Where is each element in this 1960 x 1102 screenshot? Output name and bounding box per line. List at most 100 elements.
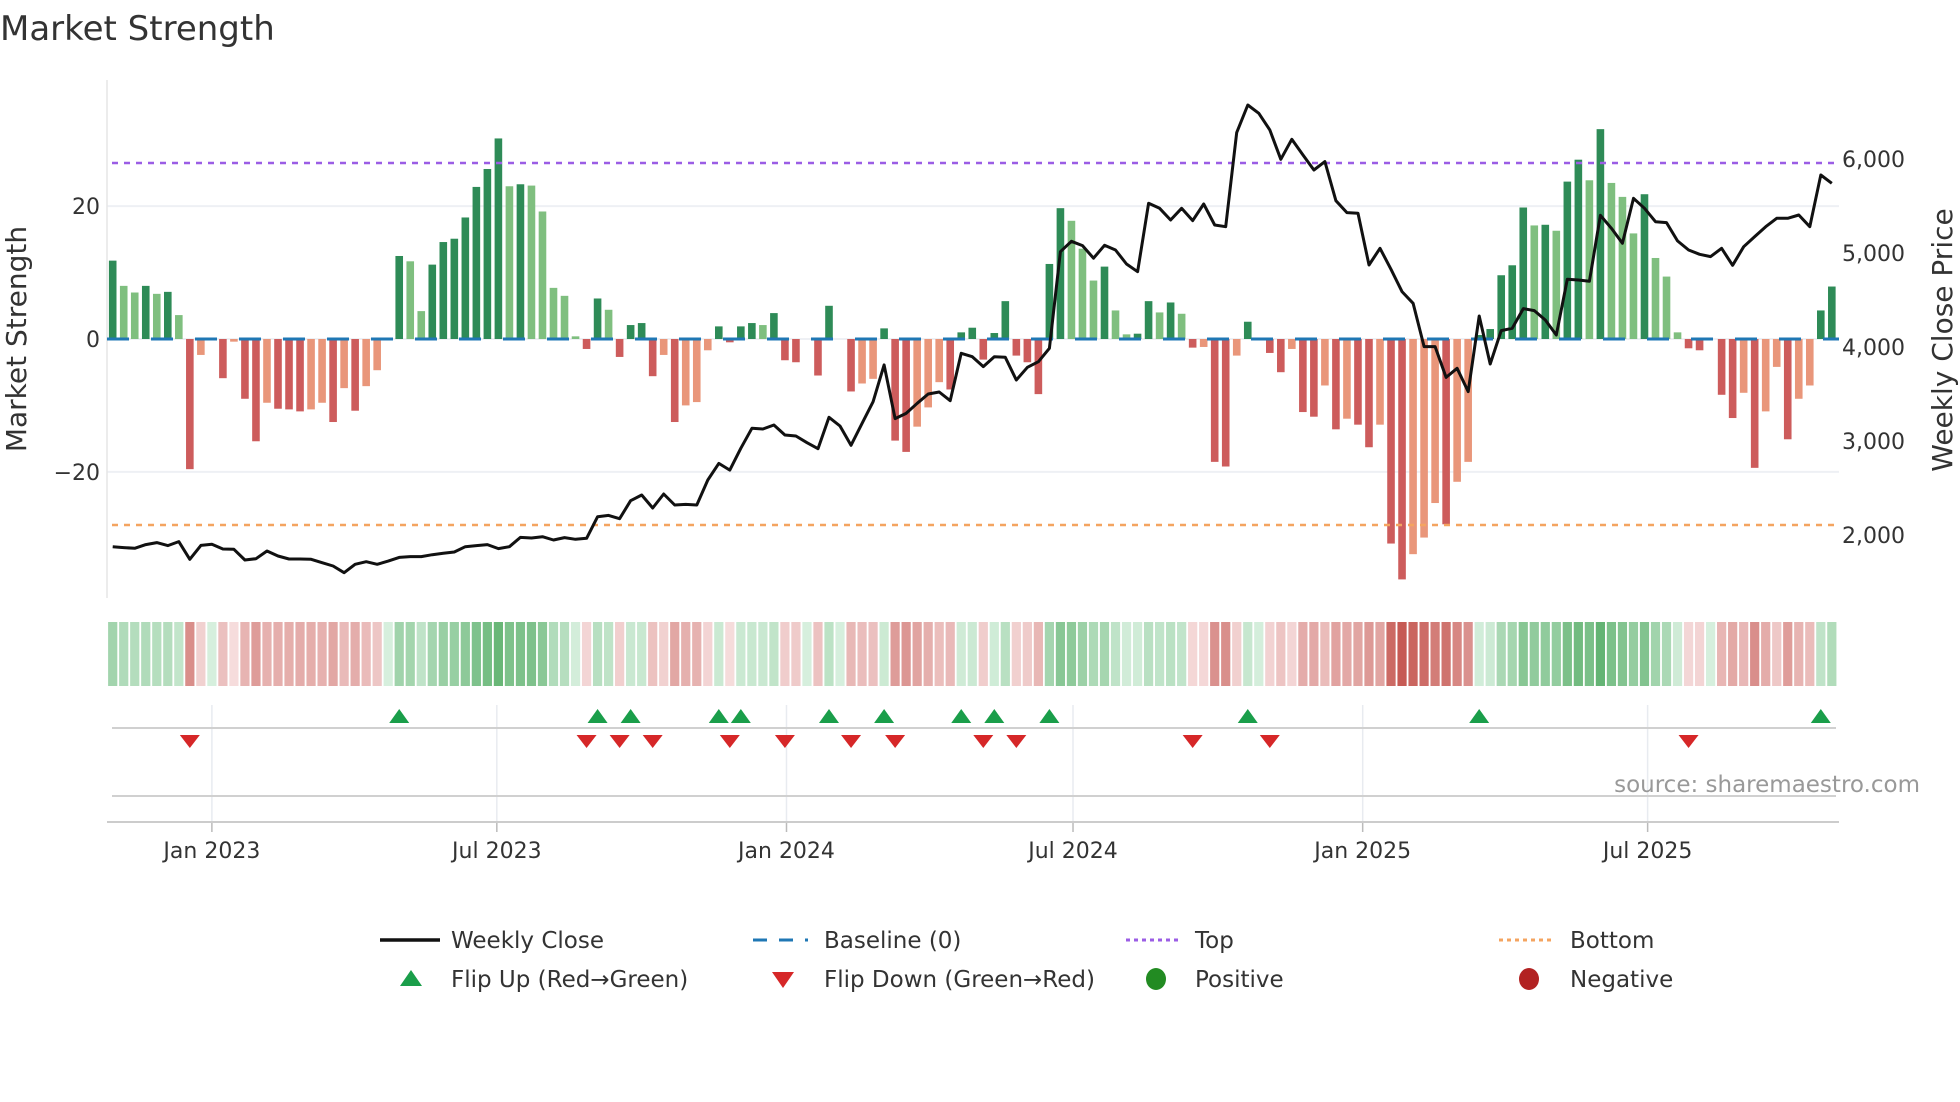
positive-bar: [968, 327, 977, 339]
heatmap-cell: [163, 622, 173, 686]
negative-bar: [615, 339, 624, 357]
positive-bar: [560, 295, 569, 339]
heatmap-cell: [1540, 622, 1550, 686]
positive-bar: [637, 323, 646, 339]
heatmap-cell: [383, 622, 393, 686]
heatmap-cell: [978, 622, 988, 686]
positive-bar: [748, 323, 756, 339]
heatmap-cell: [659, 622, 669, 686]
heatmap-cell: [1386, 622, 1396, 686]
negative-bar: [670, 339, 679, 423]
heatmap-cell: [1232, 622, 1242, 686]
negative-bar: [1728, 339, 1737, 419]
positive-bar: [527, 185, 536, 339]
heatmap-cell: [703, 622, 713, 686]
positive-bar: [604, 309, 613, 339]
heatmap-cell: [1143, 622, 1154, 686]
x-axis-ticks: Jan 2023 Jul 2023 Jan 2024 Jul 2024 Jan …: [161, 839, 1692, 864]
positive-bar: [1078, 248, 1087, 339]
positive-bar: [759, 325, 767, 339]
heatmap-cell: [1066, 622, 1077, 686]
x-gridlines: [211, 705, 1649, 832]
negative-bar: [1221, 339, 1230, 467]
positive-bar: [152, 293, 161, 339]
positive-bar: [141, 285, 150, 339]
heatmap-cell: [1221, 622, 1231, 686]
heatmap-cell: [295, 622, 305, 686]
positive-bar: [825, 305, 833, 339]
heatmap-cell: [350, 622, 360, 686]
heatmap-cell: [1827, 622, 1837, 686]
flip-down-marker: [841, 735, 862, 748]
heatmap-cell: [824, 622, 834, 686]
heatmap-cell: [1728, 622, 1738, 686]
flip-down-marker: [719, 735, 740, 748]
heatmap-cell: [714, 622, 724, 686]
heatmap-cell: [526, 622, 537, 686]
positive-bar: [108, 260, 117, 339]
heatmap-cell: [1177, 622, 1187, 686]
heatmap-cell: [1419, 622, 1429, 686]
negative-bar: [703, 339, 712, 351]
flip-down-marker: [1259, 735, 1280, 748]
strength-bars: [108, 129, 1836, 580]
flip-down-marker: [642, 735, 663, 748]
heatmap-cell: [196, 622, 206, 686]
positive-bar: [439, 242, 448, 339]
heatmap-cell: [1199, 622, 1209, 686]
heatmap-cell: [438, 622, 448, 686]
flip-down-marker: [609, 735, 630, 748]
heatmap-cell: [119, 622, 129, 686]
heatmap-cell: [1430, 622, 1440, 686]
heatmap-cell: [879, 622, 889, 686]
heatmap-cell: [1706, 622, 1716, 686]
heatmap-cell: [1055, 622, 1066, 686]
heatmap-cell: [1155, 622, 1165, 686]
heatmap-cell: [1375, 622, 1385, 686]
heatmap-cell: [394, 622, 404, 686]
heatmap-cell: [1276, 622, 1286, 686]
heatmap-cell: [339, 622, 349, 686]
heatmap-cell: [1309, 622, 1319, 686]
negative-bar: [1387, 339, 1395, 544]
heatmap-cell: [559, 622, 570, 686]
positive-bar: [1243, 321, 1252, 339]
negative-bar: [1409, 339, 1417, 555]
heatmap-cell: [1672, 622, 1683, 686]
heatmap-cell: [1320, 622, 1330, 686]
flip-up-marker: [951, 709, 972, 723]
heatmap-cell: [1694, 622, 1705, 686]
negative-bar: [274, 339, 282, 409]
negative-bar: [1034, 339, 1043, 395]
negative-bar: [1453, 339, 1461, 482]
heatmap-cell: [1166, 622, 1176, 686]
negative-bar: [659, 339, 668, 355]
negative-bar: [1761, 339, 1770, 412]
negative-bar: [1717, 339, 1726, 395]
heatmap-cell: [1441, 622, 1451, 686]
negative-bar: [1398, 339, 1406, 580]
heatmap-cell: [1000, 622, 1010, 686]
negative-bar: [792, 339, 800, 363]
heatmap-cell: [670, 622, 680, 686]
negative-bar: [1772, 339, 1781, 367]
negative-bar: [582, 339, 591, 349]
flip-up-marker: [1039, 709, 1060, 723]
heatmap-cell: [493, 622, 503, 686]
negative-bar: [1376, 339, 1384, 425]
flip-down-marker: [576, 735, 597, 748]
positive-bar: [1089, 280, 1098, 339]
heatmap-cell: [372, 622, 382, 686]
heatmap-cell: [1518, 622, 1528, 686]
flip-down-marker: [973, 735, 994, 748]
left-axis-ticks: 20 0 −20: [54, 195, 100, 486]
positive-bar: [395, 255, 404, 339]
legend-positive: Positive: [1195, 967, 1284, 993]
heatmap-cell: [1816, 622, 1826, 686]
heatmap-cell: [1783, 622, 1793, 686]
heatmap-cell: [284, 622, 294, 686]
negative-bar: [681, 339, 690, 406]
negative-bar: [197, 339, 205, 355]
x-tick-label: Jan 2024: [736, 839, 835, 864]
heatmap-cell: [1011, 622, 1021, 686]
